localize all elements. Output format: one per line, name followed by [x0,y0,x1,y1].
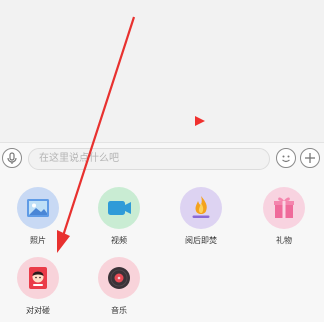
attachment-panel: 照片 视频 阅后即焚 礼物 对对碰 音乐 [0,175,324,322]
photo-icon [17,187,59,229]
gift-label: 礼物 [276,236,292,245]
plus-icon [305,153,315,163]
photo-item[interactable]: 照片 [8,187,68,246]
match-game-label: 对对碰 [26,306,50,315]
video-label: 视频 [111,236,127,245]
more-button[interactable] [300,148,320,168]
gift-icon [263,187,305,229]
play-marker-icon [195,116,205,126]
chat-message-area [0,0,324,142]
video-camera-icon [98,187,140,229]
music-disc-icon [98,257,140,299]
music-label: 音乐 [111,306,127,315]
input-bar: 在这里说点什么吧 [0,142,324,176]
microphone-icon [7,152,17,164]
photo-label: 照片 [30,236,46,245]
match-game-item[interactable]: 对对碰 [8,257,68,316]
music-item[interactable]: 音乐 [89,257,149,316]
gift-item[interactable]: 礼物 [254,187,314,246]
emoji-button[interactable] [276,148,296,168]
avatar-card-icon [17,257,59,299]
burn-after-read-label: 阅后即焚 [185,236,217,245]
voice-button[interactable] [2,148,22,168]
video-item[interactable]: 视频 [89,187,149,246]
burn-after-read-item[interactable]: 阅后即焚 [171,187,231,246]
emoji-face-icon [282,155,290,163]
flame-icon [180,187,222,229]
message-input[interactable]: 在这里说点什么吧 [28,148,270,170]
